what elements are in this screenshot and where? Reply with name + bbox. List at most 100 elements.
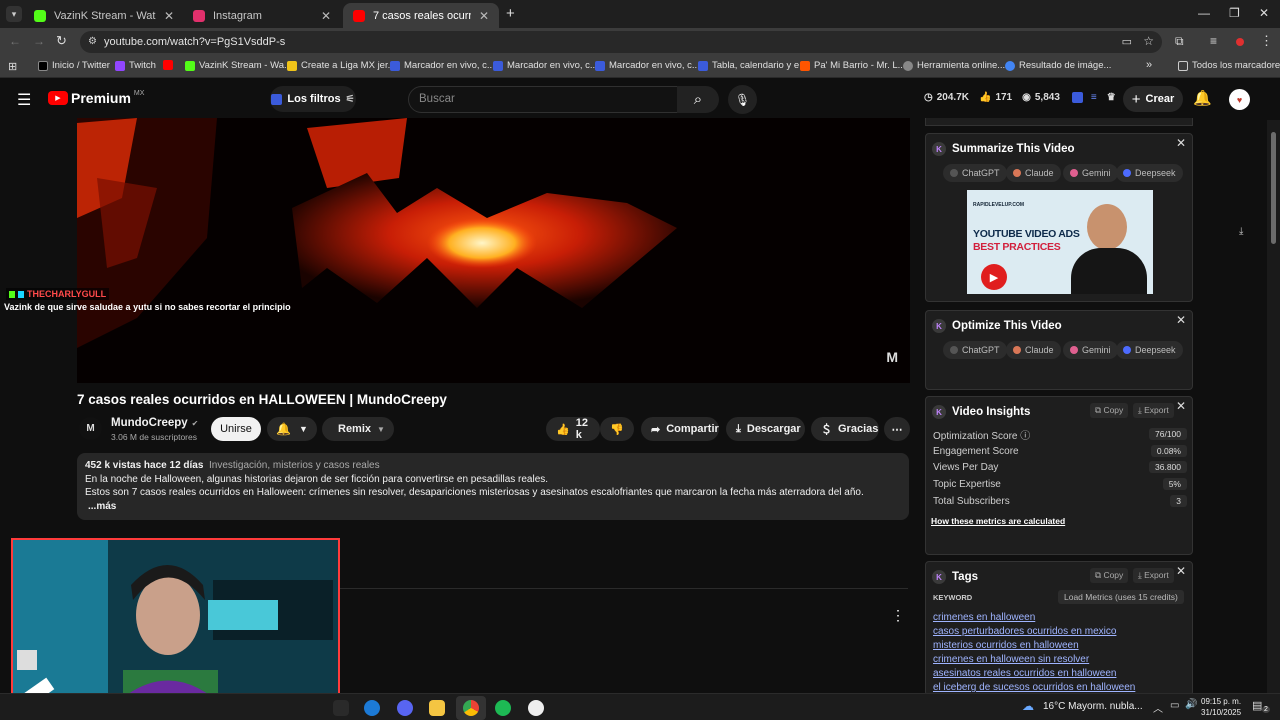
hamburger-menu-icon[interactable]: ☰ [17, 90, 31, 110]
forward-button[interactable]: → [33, 34, 45, 48]
tag-link[interactable]: asesinatos reales ocurridos en halloween [933, 668, 1116, 679]
chrome-icon[interactable] [463, 700, 479, 716]
page-scrollbar[interactable] [1267, 120, 1280, 693]
deepseek-button[interactable]: Deepseek [1116, 341, 1183, 359]
load-metrics-button[interactable]: Load Metrics (uses 15 credits) [1058, 590, 1184, 604]
claude-button[interactable]: Claude [1006, 164, 1061, 182]
bookmark-item[interactable]: Marcador en vivo, c... [595, 60, 700, 71]
close-icon[interactable]: ✕ [1176, 313, 1186, 327]
taskbar-app-icon[interactable] [333, 700, 349, 716]
minimize-button[interactable]: — [1198, 6, 1210, 20]
show-more-link[interactable]: ...más [85, 500, 901, 514]
weather-text[interactable]: 16°C Mayorm. nubla... [1043, 701, 1143, 712]
youtube-logo[interactable]: ▶ Premium MX [48, 90, 144, 106]
file-explorer-icon[interactable] [429, 700, 445, 716]
thanks-button[interactable]: ＄ Gracias [811, 417, 879, 441]
search-button[interactable]: ⌕ [677, 86, 719, 113]
close-tab-icon[interactable]: ✕ [321, 9, 331, 23]
voice-search-button[interactable]: 🎙 [728, 85, 757, 114]
extension-icon[interactable] [1071, 92, 1083, 103]
tag-link[interactable]: crimenes en halloween [933, 612, 1035, 623]
address-bar[interactable]: ⚙ youtube.com/watch?v=PgS1VsddP-s ▭ ☆ [80, 31, 1162, 53]
more-actions-button[interactable]: ⋯ [884, 417, 910, 441]
profile-icon[interactable] [1236, 38, 1244, 46]
extensions-icon[interactable]: ⧉ [1175, 34, 1184, 49]
bookmark-item[interactable]: Pa' Mi Barrio - Mr. L... [800, 60, 906, 71]
side-download-icon[interactable]: ⤓ [1239, 226, 1243, 237]
export-button[interactable]: ⤓ Export [1133, 568, 1174, 583]
overflow-menu-icon[interactable]: ⋮ [891, 607, 905, 624]
tag-link[interactable]: misterios ocurridos en halloween [933, 640, 1079, 651]
gemini-button[interactable]: Gemini [1063, 341, 1118, 359]
volume-icon[interactable]: 🔊 [1185, 699, 1197, 710]
description-box[interactable]: 452 k vistas hace 12 días Investigación,… [77, 453, 909, 520]
export-button[interactable]: ⤓ Export [1133, 403, 1174, 418]
tab-vazink[interactable]: VazinK Stream - Watch Live on ✕ [24, 3, 184, 28]
channel-name-row[interactable]: MundoCreepy ✔ [111, 417, 198, 429]
spotify-icon[interactable] [495, 700, 511, 716]
discord-icon[interactable] [397, 700, 413, 716]
share-button[interactable]: ➦ Compartir [641, 417, 719, 441]
more-bookmarks-icon[interactable]: » [1146, 59, 1152, 71]
close-tab-icon[interactable]: ✕ [164, 9, 174, 23]
tag-link[interactable]: crimenes en halloween sin resolver [933, 654, 1089, 665]
bookmark-star-icon[interactable]: ☆ [1143, 34, 1154, 48]
gemini-button[interactable]: Gemini [1063, 164, 1118, 182]
chatgpt-button[interactable]: ChatGPT [943, 341, 1007, 359]
notifications-bell-icon[interactable]: 🔔 [1193, 89, 1212, 107]
close-window-button[interactable]: ✕ [1259, 6, 1269, 20]
subscription-bell-button[interactable]: 🔔 ▼ [267, 417, 317, 441]
obs-icon[interactable] [528, 700, 544, 716]
notification-center-icon[interactable]: ▤ [1252, 699, 1262, 712]
list-icon[interactable]: ≡ [1091, 92, 1097, 103]
all-bookmarks-folder[interactable]: Todos los marcadores [1178, 60, 1280, 71]
chatgpt-button[interactable]: ChatGPT [943, 164, 1007, 182]
close-icon[interactable]: ✕ [1176, 136, 1186, 150]
video-player[interactable]: M [77, 118, 910, 383]
new-tab-button[interactable]: + [506, 5, 515, 22]
copy-button[interactable]: ⧉ Copy [1090, 403, 1129, 418]
deepseek-button[interactable]: Deepseek [1116, 164, 1183, 182]
trophy-icon[interactable]: ♛ [1107, 92, 1116, 103]
remix-button[interactable]: Remix ▼ [322, 417, 394, 441]
bookmark-item[interactable]: Marcador en vivo, c... [390, 60, 495, 71]
bookmark-item[interactable]: Marcador en vivo, c... [493, 60, 598, 71]
bookmark-item[interactable]: Create a Liga MX jer... [287, 60, 396, 71]
dislike-button[interactable]: 👎 [600, 417, 634, 441]
bookmark-item[interactable]: Herramienta online... [903, 60, 1005, 71]
restore-button[interactable]: ❐ [1229, 6, 1240, 20]
download-button[interactable]: ⤓ Descargar [726, 417, 805, 441]
search-input[interactable]: Buscar [408, 86, 678, 113]
create-button[interactable]: + Crear [1123, 86, 1183, 112]
back-button[interactable]: ← [9, 34, 21, 48]
bookmark-item[interactable] [163, 60, 177, 70]
avatar[interactable]: ♥ [1229, 89, 1250, 110]
metrics-help-link[interactable]: How these metrics are calculated [931, 516, 1065, 526]
clock[interactable]: 09:15 p. m. 31/10/2025 [1201, 696, 1241, 718]
cast-icon[interactable]: ▭ [1122, 35, 1132, 48]
close-tab-icon[interactable]: ✕ [479, 9, 489, 23]
site-info-icon[interactable]: ⚙ [88, 36, 97, 47]
close-icon[interactable]: ✕ [1176, 399, 1186, 413]
tab-instagram[interactable]: Instagram ✕ [183, 3, 341, 28]
browser-menu-icon[interactable]: ⋮ [1260, 33, 1273, 49]
tab-search-icon[interactable]: ▾ [6, 6, 22, 22]
promo-thumbnail[interactable]: RAPIDLEVELUP.COM YOUTUBE VIDEO ADS BEST … [967, 190, 1153, 294]
close-icon[interactable]: ✕ [1176, 564, 1186, 578]
claude-button[interactable]: Claude [1006, 341, 1061, 359]
tag-link[interactable]: el iceberg de sucesos ocurridos en hallo… [933, 682, 1135, 693]
bookmark-item[interactable]: Resultado de imáge... [1005, 60, 1111, 71]
reload-button[interactable]: ↻ [56, 33, 67, 49]
info-icon[interactable]: ⓘ [1020, 431, 1030, 442]
copy-button[interactable]: ⧉ Copy [1090, 568, 1129, 583]
channel-avatar[interactable]: M [79, 417, 102, 440]
tab-youtube[interactable]: 7 casos reales ocurridos en HA ✕ [343, 3, 499, 28]
edge-icon[interactable] [364, 700, 380, 716]
bookmark-item[interactable]: Tabla, calendario y e... [698, 60, 807, 71]
join-button[interactable]: Unirse [211, 417, 261, 441]
bookmark-item[interactable]: Inicio / Twitter [38, 60, 110, 71]
tag-link[interactable]: casos perturbadores ocurridos en mexico [933, 626, 1116, 637]
bookmark-item[interactable]: VazinK Stream - Wa... [185, 60, 292, 71]
chevron-up-icon[interactable]: ︿ [1153, 700, 1163, 715]
scrollbar-thumb[interactable] [1271, 132, 1276, 244]
